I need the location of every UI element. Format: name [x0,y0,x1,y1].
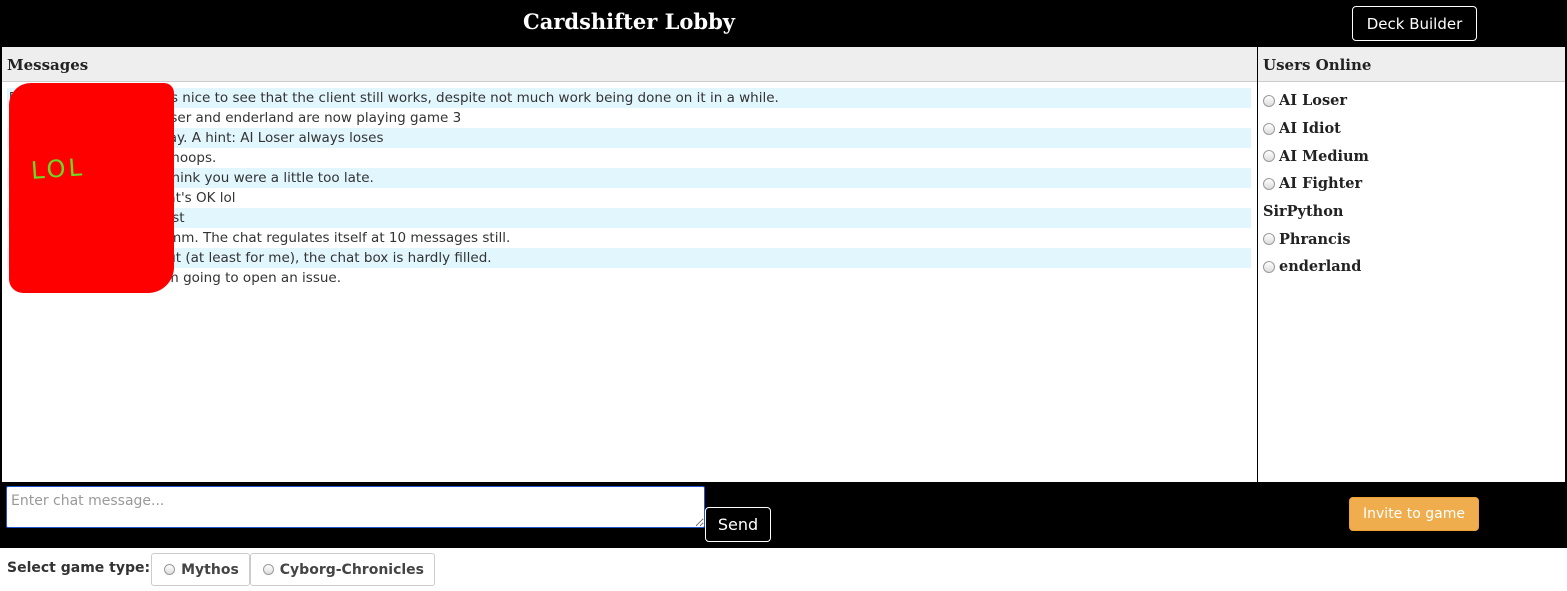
user-name: AI Medium [1279,147,1369,165]
game-option-radio[interactable] [164,564,176,575]
user-name: SirPython [1263,203,1344,221]
user-item-enderland[interactable]: enderland [1263,253,1565,281]
game-option-cyborg-chronicles[interactable]: Cyborg-Chronicles [249,553,436,586]
user-item-ai-medium[interactable]: AI Medium [1263,142,1565,170]
user-item-ai-fighter[interactable]: AI Fighter [1263,170,1565,198]
message-row: [15:29:40] SirPython: Test [7,208,1251,228]
redaction-scribble: LOL [9,83,174,293]
message-row: [15:29:03] SirPython: Whoops. [9,150,217,166]
messages-panel: Messages [15:28:56] SirPython: It's nice… [0,47,1258,482]
user-item-ai-idiot[interactable]: AI Idiot [1263,115,1565,143]
user-radio[interactable] [1263,260,1275,273]
message-row: [15:28:57] Server: AI Loser and enderlan… [9,110,462,126]
message-row: [15:28:57] Phrancis: Okay. A hint: AI Lo… [7,128,1251,148]
user-radio[interactable] [1263,233,1275,246]
user-item-sirpython: SirPython [1263,198,1565,226]
game-option-label: Cyborg-Chronicles [279,561,425,578]
user-name: Phrancis [1279,230,1351,248]
user-item-phrancis[interactable]: Phrancis [1263,225,1565,253]
send-button[interactable]: Send [705,507,771,542]
user-radio[interactable] [1263,150,1275,163]
page-title: Cardshifter Lobby [523,9,735,34]
redaction-scribble-text: LOL [30,153,86,185]
game-type-selector: Select game type: Mythos Cyborg-Chronicl… [7,553,436,586]
user-name: AI Idiot [1279,120,1341,138]
user-list: AI Loser AI Idiot AI Medium AI Fighter S… [1258,82,1565,281]
chat-input-bar: Send Invite to game [0,482,1567,548]
chat-message-input[interactable] [6,486,705,528]
user-radio[interactable] [1263,177,1275,190]
message-row: [15:29:10] SirPython: I think you were a… [7,168,1251,188]
message-row: [15:28:56] SirPython: It's nice to see t… [7,88,1251,108]
message-list[interactable]: [15:28:56] SirPython: It's nice to see t… [2,82,1257,288]
users-online-panel: Users Online AI Loser AI Idiot AI Medium… [1258,47,1567,482]
message-row: [15:30:08] SirPython: But (at least for … [7,248,1251,268]
message-row: [15:29:21] Phrancis: That's OK lol [9,190,236,206]
user-name: AI Fighter [1279,175,1363,193]
user-name: enderland [1279,258,1362,276]
user-item-ai-loser[interactable]: AI Loser [1263,87,1565,115]
game-type-label: Select game type: [7,559,151,576]
app-header: Cardshifter Lobby Deck Builder [0,0,1567,47]
invite-to-game-button[interactable]: Invite to game [1349,497,1479,531]
messages-heading: Messages [2,47,1257,82]
user-name: AI Loser [1279,92,1347,110]
user-radio[interactable] [1263,94,1275,107]
message-row: [15:30:20] SirPython: I'm going to open … [9,270,342,286]
game-option-mythos[interactable]: Mythos [151,553,250,586]
users-online-heading: Users Online [1258,47,1565,82]
deck-builder-button[interactable]: Deck Builder [1352,6,1477,41]
game-option-label: Mythos [181,561,239,578]
message-row: [15:29:52] SirPython: Hmm. The chat regu… [9,230,511,246]
game-option-radio[interactable] [262,564,274,575]
user-radio[interactable] [1263,122,1275,135]
